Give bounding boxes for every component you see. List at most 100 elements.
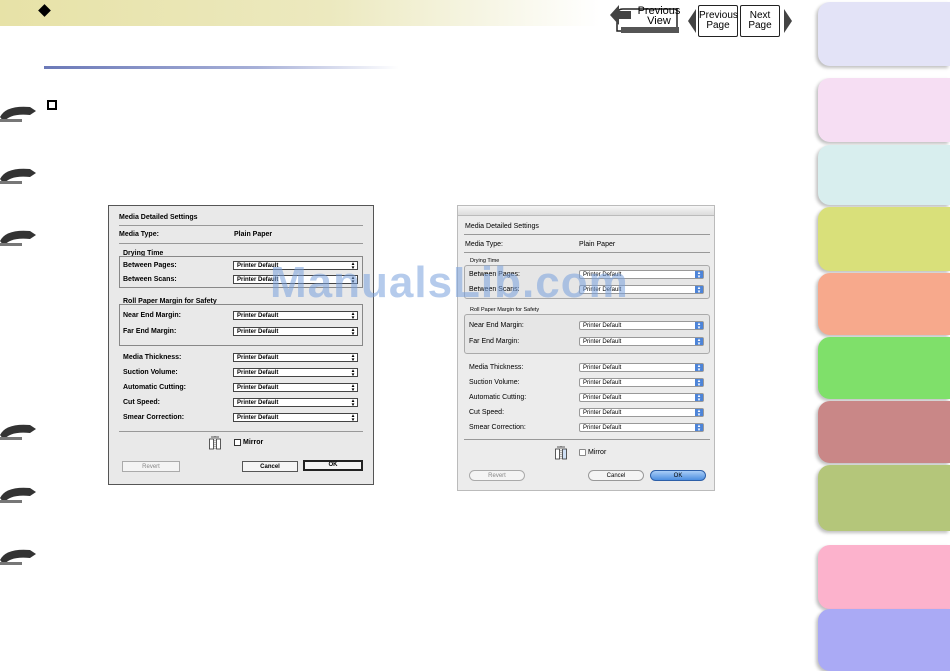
automatic-cutting-popup[interactable]: Printer Default ▴ ▾ (579, 393, 704, 403)
media-detailed-settings-dialog-classic: Media Detailed Settings Media Type: Plai… (108, 205, 374, 485)
index-tab-8[interactable] (818, 465, 950, 531)
far-end-margin-popup[interactable]: Printer Default ▴ ▾ (233, 327, 358, 337)
suction-volume-popup[interactable]: Printer Default ▴ ▾ (233, 368, 358, 378)
media-thickness-value: Printer Default (237, 355, 279, 361)
smear-correction-value: Printer Default (237, 415, 279, 421)
chevron-updown-icon: ▴ ▾ (695, 394, 703, 403)
page-hook-icon (0, 230, 36, 246)
smear-correction-label: Smear Correction: (469, 424, 526, 431)
previous-page-button[interactable]: Previous Page (698, 5, 738, 37)
media-type-value: Plain Paper (234, 231, 273, 238)
near-end-margin-label: Near End Margin: (123, 312, 181, 319)
page-navigation: Previous Page Next Page (686, 3, 796, 39)
chevron-updown-icon: ▴ ▾ (351, 353, 355, 363)
media-thickness-popup[interactable]: Printer Default ▴ ▾ (579, 363, 704, 373)
chevron-updown-icon: ▴ ▾ (695, 379, 703, 388)
cancel-button[interactable]: Cancel (242, 461, 298, 472)
index-tab-10[interactable] (818, 609, 950, 671)
suction-volume-value: Printer Default (583, 380, 622, 386)
index-tab-3[interactable] (818, 145, 950, 205)
revert-button[interactable]: Revert (122, 461, 180, 472)
suction-volume-popup[interactable]: Printer Default ▴ ▾ (579, 378, 704, 388)
mirror-checkbox[interactable] (234, 439, 241, 446)
chevron-updown-icon: ▴ ▾ (695, 424, 703, 433)
mirror-checkbox[interactable] (579, 449, 586, 456)
divider (464, 439, 710, 440)
index-tab-5[interactable] (818, 273, 950, 335)
near-end-margin-popup[interactable]: Printer Default ▴ ▾ (233, 311, 358, 321)
media-detailed-settings-dialog-aqua: Media Detailed Settings Media Type: Plai… (457, 205, 715, 491)
automatic-cutting-popup[interactable]: Printer Default ▴ ▾ (233, 383, 358, 393)
index-tab-9[interactable] (818, 545, 950, 609)
divider (119, 225, 363, 226)
ok-button[interactable]: OK (650, 470, 706, 481)
previous-view-label: Previous View (637, 5, 681, 27)
near-end-margin-label: Near End Margin: (469, 322, 524, 329)
smear-correction-popup[interactable]: Printer Default ▴ ▾ (579, 423, 704, 433)
automatic-cutting-label: Automatic Cutting: (123, 384, 186, 391)
chevron-updown-icon: ▴ ▾ (695, 409, 703, 418)
watermark: ManualsLib.com (270, 258, 629, 307)
index-tab-6[interactable] (818, 337, 950, 399)
previous-view-button[interactable]: Previous View (607, 1, 683, 35)
chevron-updown-icon: ▴ ▾ (695, 286, 703, 295)
smear-correction-label: Smear Correction: (123, 414, 185, 421)
media-thickness-label: Media Thickness: (123, 354, 182, 361)
between-pages-label: Between Pages: (123, 262, 177, 269)
chevron-updown-icon: ▴ ▾ (695, 322, 703, 331)
ok-button[interactable]: OK (303, 460, 363, 471)
chevron-updown-icon: ▴ ▾ (351, 383, 355, 393)
page-hook-icon (0, 168, 36, 184)
mirror-icon (555, 446, 567, 460)
between-scans-label: Between Scans: (123, 276, 177, 283)
automatic-cutting-value: Printer Default (583, 395, 622, 401)
page-hook-icon (0, 549, 36, 565)
index-tab-4[interactable] (818, 207, 950, 271)
index-tab-2[interactable] (818, 78, 950, 142)
roll-margin-group (464, 314, 710, 354)
media-type-value: Plain Paper (579, 241, 616, 248)
title-rule (44, 66, 399, 69)
page-hook-icon (0, 487, 36, 503)
chevron-updown-icon: ▴ ▾ (351, 413, 355, 423)
revert-button[interactable]: Revert (469, 470, 525, 481)
media-thickness-value: Printer Default (583, 365, 622, 371)
media-type-label: Media Type: (119, 231, 159, 238)
cut-speed-label: Cut Speed: (123, 399, 160, 406)
automatic-cutting-label: Automatic Cutting: (469, 394, 527, 401)
divider (119, 243, 363, 244)
index-tab-1[interactable] (818, 2, 950, 66)
cancel-button[interactable]: Cancel (588, 470, 644, 481)
near-end-margin-value: Printer Default (583, 323, 622, 329)
next-page-label: Next Page (748, 10, 772, 31)
chevron-updown-icon: ▴ ▾ (351, 398, 355, 408)
title-bar (458, 206, 714, 216)
page-hook-icon (0, 106, 36, 122)
far-end-margin-popup[interactable]: Printer Default ▴ ▾ (579, 337, 704, 347)
chevron-updown-icon: ▴ ▾ (351, 311, 355, 321)
chevron-updown-icon: ▴ ▾ (695, 271, 703, 280)
automatic-cutting-value: Printer Default (237, 385, 279, 391)
mirror-icon (209, 436, 221, 450)
cut-speed-popup[interactable]: Printer Default ▴ ▾ (233, 398, 358, 408)
media-thickness-popup[interactable]: Printer Default ▴ ▾ (233, 353, 358, 363)
suction-volume-label: Suction Volume: (123, 369, 178, 376)
index-tab-7[interactable] (818, 401, 950, 463)
cut-speed-popup[interactable]: Printer Default ▴ ▾ (579, 408, 704, 418)
media-type-label: Media Type: (465, 241, 504, 248)
cut-speed-value: Printer Default (583, 410, 622, 416)
chevron-updown-icon: ▴ ▾ (695, 338, 703, 347)
dialog-title: Media Detailed Settings (465, 223, 539, 230)
media-thickness-label: Media Thickness: (469, 364, 524, 371)
cut-speed-label: Cut Speed: (469, 409, 505, 416)
chevron-updown-icon: ▴ ▾ (351, 368, 355, 378)
next-page-button[interactable]: Next Page (740, 5, 780, 37)
far-end-margin-value: Printer Default (237, 329, 279, 335)
near-end-margin-value: Printer Default (237, 313, 279, 319)
chevron-updown-icon: ▴ ▾ (351, 327, 355, 337)
header-band (0, 0, 600, 26)
near-end-margin-popup[interactable]: Printer Default ▴ ▾ (579, 321, 704, 331)
mirror-label: Mirror (243, 439, 264, 446)
smear-correction-popup[interactable]: Printer Default ▴ ▾ (233, 413, 358, 423)
checkbox-square-icon (47, 100, 57, 110)
